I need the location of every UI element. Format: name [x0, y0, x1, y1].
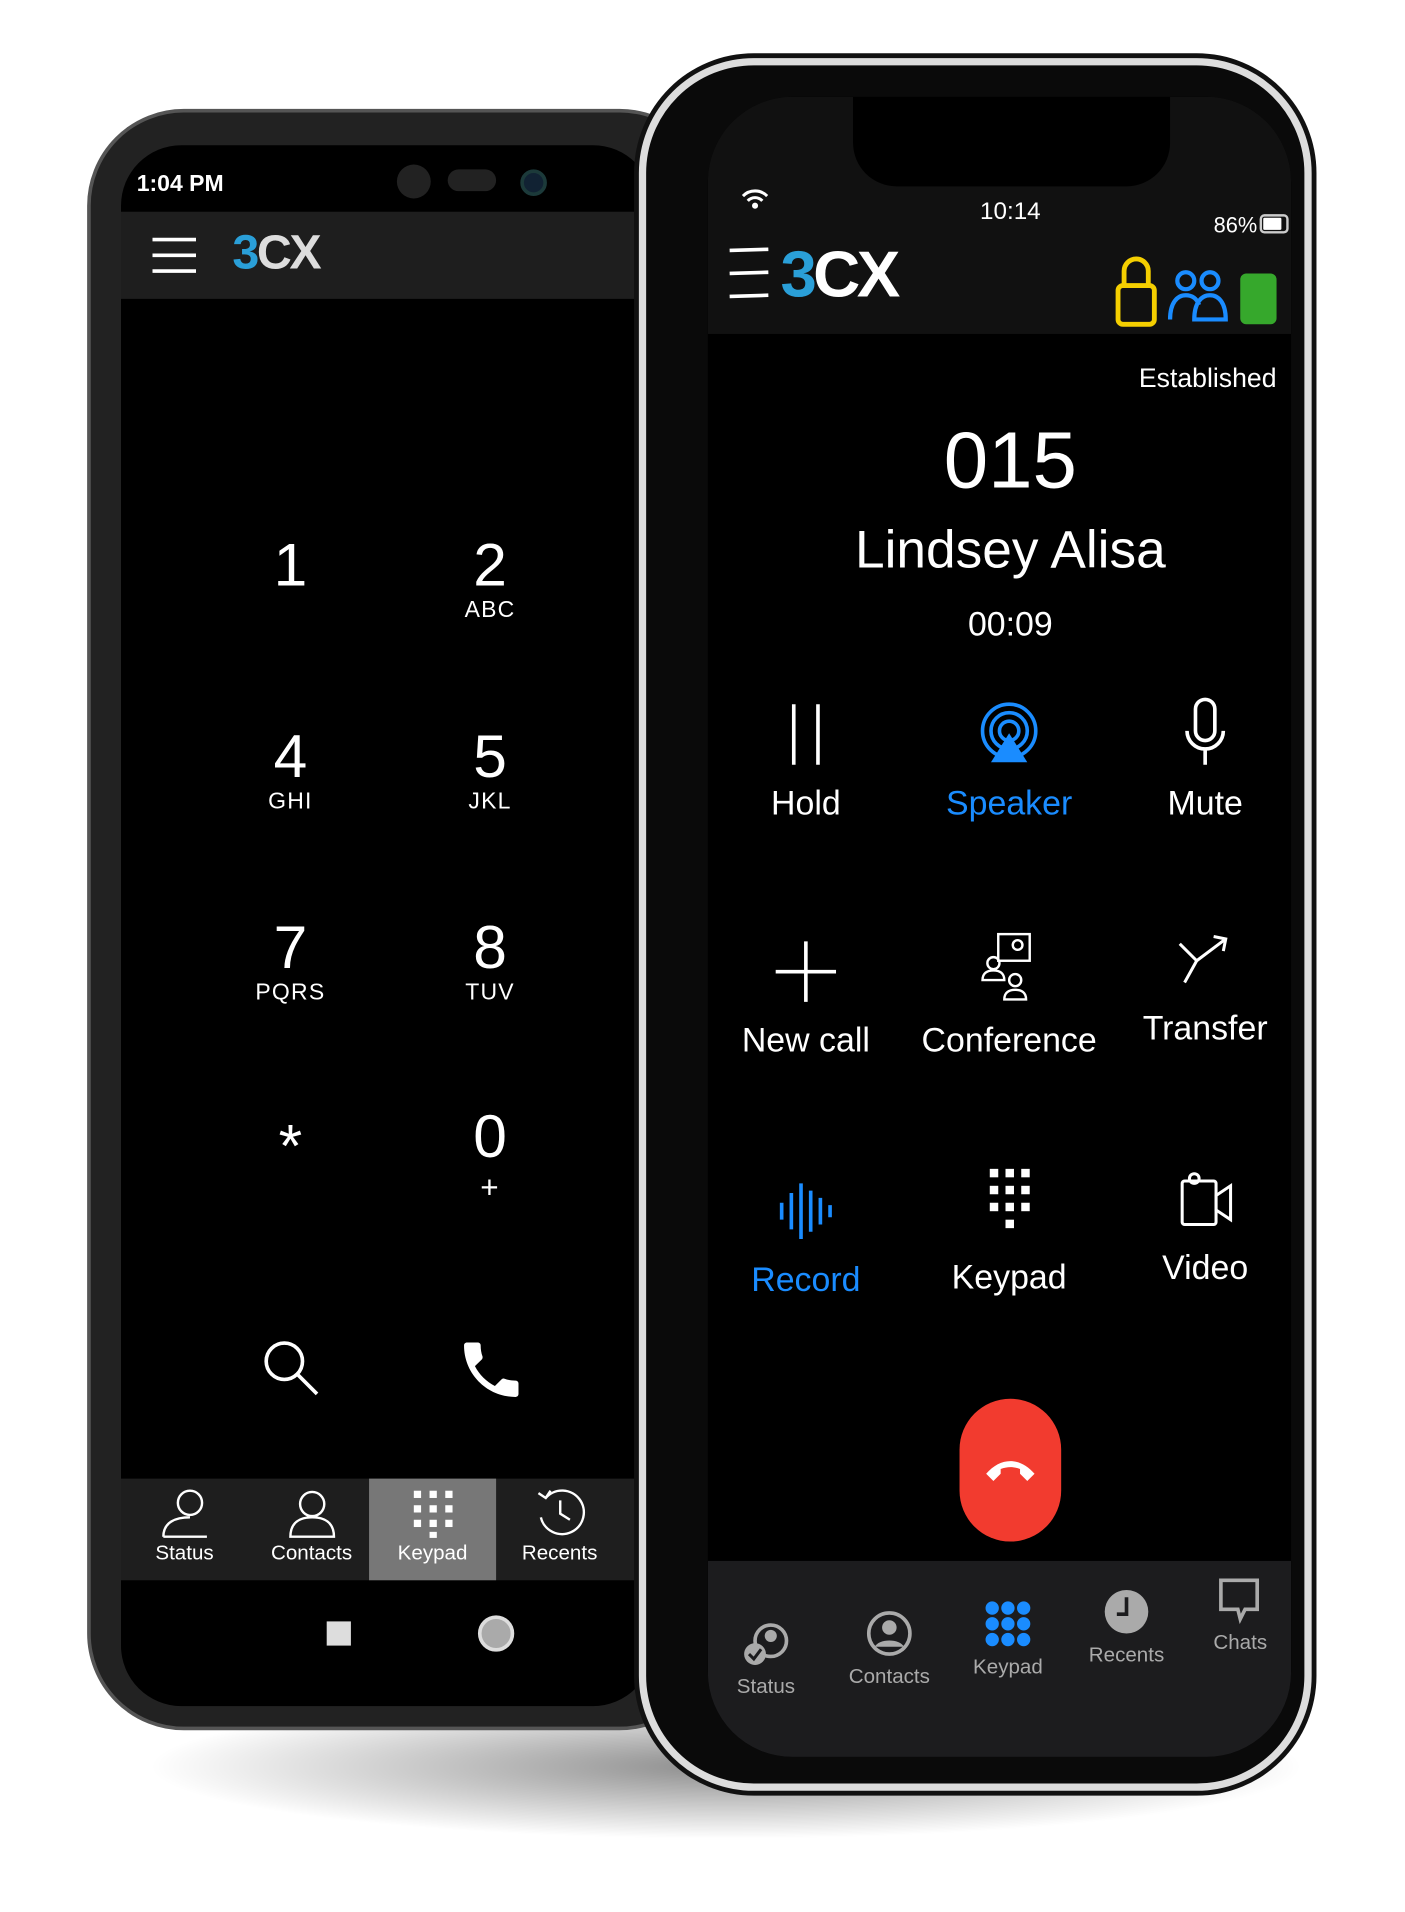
- video-button[interactable]: Video: [1108, 1171, 1291, 1287]
- speaker-icon: [980, 702, 1038, 763]
- record-icon: [779, 1183, 832, 1240]
- status-icon: [744, 1623, 789, 1665]
- mic-icon: [1185, 697, 1226, 765]
- battery-icon: [1259, 214, 1289, 234]
- menu-icon[interactable]: [727, 247, 771, 300]
- contacts-icon: [288, 1490, 335, 1538]
- record-button[interactable]: Record: [709, 1179, 903, 1300]
- iphone-screen: 10:14 86% 3CX Established 015 Lindsey Al…: [707, 96, 1292, 1757]
- hangup-button[interactable]: [959, 1398, 1062, 1542]
- video-icon: [1180, 1172, 1233, 1227]
- wifi-icon: [741, 189, 769, 209]
- recents-icon: [537, 1489, 585, 1536]
- nav-keypad[interactable]: Keypad: [950, 1600, 1066, 1680]
- keypad-button[interactable]: Keypad: [912, 1166, 1106, 1297]
- key-5[interactable]: 5 JKL: [417, 724, 562, 816]
- new-call-button[interactable]: New call: [709, 939, 903, 1060]
- conference-button[interactable]: Conference: [912, 932, 1106, 1060]
- key-0[interactable]: 0 +: [417, 1104, 562, 1207]
- key-8[interactable]: 8 TUV: [417, 915, 562, 1007]
- speaker-button[interactable]: Speaker: [912, 702, 1106, 823]
- nav-status[interactable]: Status: [708, 1619, 824, 1699]
- keypad-icon: [985, 1601, 1031, 1647]
- lock-icon[interactable]: [1114, 252, 1158, 329]
- conference-icon: [981, 932, 1031, 1001]
- home-button[interactable]: [477, 1615, 515, 1652]
- status-time: 1:04 PM: [136, 171, 224, 198]
- notch: [853, 96, 1171, 187]
- menu-icon[interactable]: [152, 236, 197, 275]
- call-icon[interactable]: [455, 1333, 528, 1406]
- keypad-icon: [989, 1168, 1030, 1229]
- mute-button[interactable]: Mute: [1108, 697, 1291, 823]
- nav-contacts[interactable]: Contacts: [831, 1609, 947, 1689]
- presence-indicator[interactable]: [1240, 273, 1277, 325]
- hold-button[interactable]: Hold: [709, 702, 903, 823]
- key-2[interactable]: 2 ABC: [417, 532, 562, 624]
- group-icon[interactable]: [1167, 266, 1229, 322]
- hold-icon: [791, 704, 820, 765]
- key-7[interactable]: 7 PQRS: [218, 915, 363, 1007]
- nav-keypad[interactable]: Keypad: [369, 1478, 497, 1581]
- nav-recents[interactable]: Recents: [1068, 1588, 1184, 1668]
- keypad-icon: [413, 1490, 452, 1538]
- key-star[interactable]: *: [218, 1113, 363, 1178]
- speaker-grill: [447, 169, 497, 192]
- chats-icon: [1219, 1578, 1260, 1624]
- call-duration: 00:09: [967, 605, 1053, 643]
- extension-number: 015: [943, 415, 1077, 505]
- status-icon: [161, 1489, 207, 1538]
- call-state: Established: [1138, 363, 1277, 394]
- transfer-icon: [1178, 935, 1228, 984]
- search-icon[interactable]: [260, 1337, 321, 1398]
- android-screen: 1:04 PM 3CX 1 2 ABC 4 GHI 5 JKL 7 PQRS 8 TUV …: [121, 145, 654, 1707]
- nav-recents[interactable]: Recents: [496, 1479, 623, 1581]
- contacts-icon: [866, 1611, 912, 1656]
- app-header: 3CX: [121, 211, 654, 299]
- recent-apps-button[interactable]: [326, 1621, 351, 1646]
- 3cx-logo: 3CX: [232, 226, 321, 280]
- nav-status[interactable]: Status: [121, 1479, 248, 1581]
- hangup-icon: [986, 1461, 1035, 1482]
- recents-icon: [1104, 1589, 1149, 1634]
- sensor-icon: [520, 169, 547, 197]
- transfer-button[interactable]: Transfer: [1108, 932, 1291, 1048]
- battery-percent: 86%: [1213, 212, 1258, 238]
- caller-name: Lindsey Alisa: [854, 520, 1166, 580]
- nav-chats[interactable]: Chats: [1182, 1575, 1291, 1655]
- camera-icon: [396, 164, 431, 199]
- status-time: 10:14: [980, 198, 1041, 226]
- plus-icon: [775, 941, 837, 1002]
- key-4[interactable]: 4 GHI: [218, 724, 363, 816]
- nav-contacts[interactable]: Contacts: [248, 1479, 375, 1581]
- 3cx-logo: 3CX: [780, 238, 900, 311]
- key-1[interactable]: 1: [218, 532, 363, 597]
